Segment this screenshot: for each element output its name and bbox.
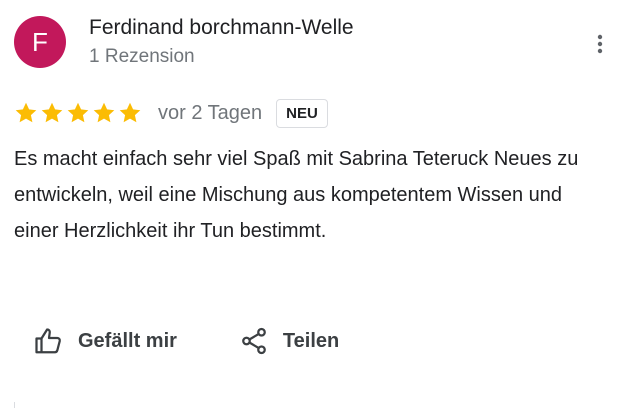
review-actions: Gefällt mir Teilen — [34, 326, 339, 356]
review-text: Es macht einfach sehr viel Spaß mit Sabr… — [14, 148, 579, 242]
star-icon — [119, 102, 141, 123]
star-rating — [14, 101, 142, 125]
more-vert-icon — [597, 34, 603, 54]
share-button[interactable]: Teilen — [239, 326, 339, 356]
reviewer-name[interactable]: Ferdinand borchmann-Welle — [89, 16, 354, 40]
star-icon — [41, 102, 63, 123]
like-button[interactable]: Gefällt mir — [34, 326, 177, 356]
share-label: Teilen — [282, 329, 340, 352]
divider — [14, 402, 15, 408]
rating-row: vor 2 Tagen NEU — [14, 96, 328, 130]
avatar[interactable]: F — [14, 16, 66, 68]
star-icon — [67, 102, 89, 123]
share-icon — [242, 327, 266, 355]
more-options-button[interactable] — [588, 32, 612, 56]
avatar-initial: F — [32, 26, 48, 57]
like-label: Gefällt mir — [78, 329, 177, 352]
new-badge: NEU — [276, 98, 328, 128]
thumbs-up-icon — [35, 328, 61, 354]
review-count: 1 Rezension — [89, 46, 195, 67]
star-icon — [93, 102, 115, 123]
star-icon — [15, 102, 37, 123]
review-date: vor 2 Tagen — [158, 101, 263, 124]
